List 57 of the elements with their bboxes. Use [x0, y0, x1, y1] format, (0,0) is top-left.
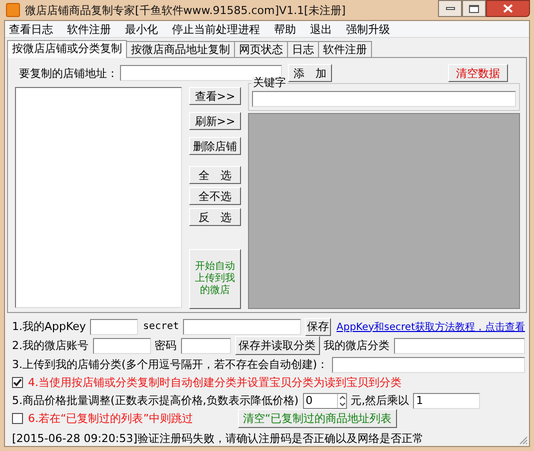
field-label: 我的微店分类 [324, 338, 390, 353]
tab[interactable]: 日志 [287, 41, 319, 57]
checkbox[interactable] [12, 413, 23, 424]
input-field[interactable] [394, 338, 525, 354]
checkbox[interactable] [12, 377, 23, 388]
field-label: 2.我的微店账号 [12, 338, 88, 353]
field-label: 3.上传到我的店铺分类(多个用逗号隔开，若不存在会自动创建)： [12, 357, 328, 372]
menu-item[interactable]: 最小化 [125, 22, 158, 36]
input-field[interactable] [92, 338, 150, 354]
field-label: 密码 [154, 338, 176, 353]
menu-item[interactable]: 强制升级 [346, 22, 390, 36]
field-label: 1.我的AppKey [12, 319, 86, 334]
save-button[interactable]: 保存 [305, 318, 330, 336]
app-icon [6, 3, 20, 17]
close-icon [503, 4, 513, 13]
start-upload-button[interactable]: 开始自动上传到我的微店 [189, 249, 241, 309]
side-button[interactable]: 反 选 [189, 208, 241, 226]
side-button[interactable]: 查看>> [189, 87, 241, 105]
input-field[interactable] [252, 91, 516, 107]
menu-item[interactable]: 软件注册 [67, 22, 111, 36]
menu-item[interactable]: 退出 [310, 22, 332, 36]
save-read-button[interactable]: 保存并读取分类 [234, 336, 320, 355]
tab[interactable]: 软件注册 [318, 41, 372, 57]
spinner-arrows-icon[interactable] [336, 394, 347, 408]
field-label: 要复制的店铺地址： [18, 66, 118, 80]
tab[interactable]: 按微店店铺或分类复制 [7, 40, 127, 58]
field-label: 5.商品价格批量调整(正数表示提高价格,负数表示降低价格) [12, 393, 299, 408]
clear-copied-button[interactable]: 清空“已复制过的商品地址列表 [238, 409, 397, 428]
menu-item[interactable]: 查看日志 [9, 22, 53, 36]
tutorial-link[interactable]: AppKey和secret获取方法教程，点击查看 [336, 320, 525, 334]
side-button[interactable]: 删除店铺 [189, 137, 241, 155]
group-label: 关键字 [252, 77, 287, 89]
input-field[interactable] [90, 318, 138, 334]
tab[interactable]: 网页状态 [234, 41, 288, 57]
menu-item[interactable]: 停止当前处理进程 [172, 22, 260, 36]
number-spinner[interactable]: 0 [302, 392, 347, 408]
side-button[interactable]: 全 选 [189, 166, 241, 184]
field-label: 元,然后乘以 [350, 393, 410, 408]
resize-grip-icon[interactable] [518, 435, 528, 445]
checkbox-label: 6.若在“已复制过的列表”中则跳过 [28, 411, 193, 426]
maximize-button[interactable] [462, 0, 486, 17]
input-field[interactable] [332, 356, 525, 372]
tab[interactable]: 按微店商品地址复制 [126, 41, 235, 57]
input-field[interactable]: 1 [413, 392, 480, 408]
status-message: [2015-06-28 09:20:53]验证注册码失败，请确认注册码是否正确以及网络是否正常 [12, 431, 424, 446]
field-label: secret [142, 321, 180, 332]
minimize-button[interactable] [438, 0, 462, 17]
window-title: 微店店铺商品复制专家[千鱼软件www.91585.com]V1.1[未注册] [25, 2, 347, 18]
close-button[interactable] [486, 0, 530, 17]
input-field[interactable] [183, 318, 302, 334]
menu-item[interactable]: 帮助 [274, 22, 296, 36]
add-button[interactable]: 添 加 [288, 64, 332, 82]
side-button[interactable]: 全不选 [189, 187, 241, 205]
input-field[interactable] [180, 338, 230, 354]
checkbox-label: 4.当使用按店铺或分类复制时自动创建分类并设置宝贝分类为读到宝贝到分类 [28, 375, 402, 390]
clear-data-button[interactable]: 清空数据 [448, 64, 508, 82]
side-button[interactable]: 刷新>> [189, 112, 241, 130]
